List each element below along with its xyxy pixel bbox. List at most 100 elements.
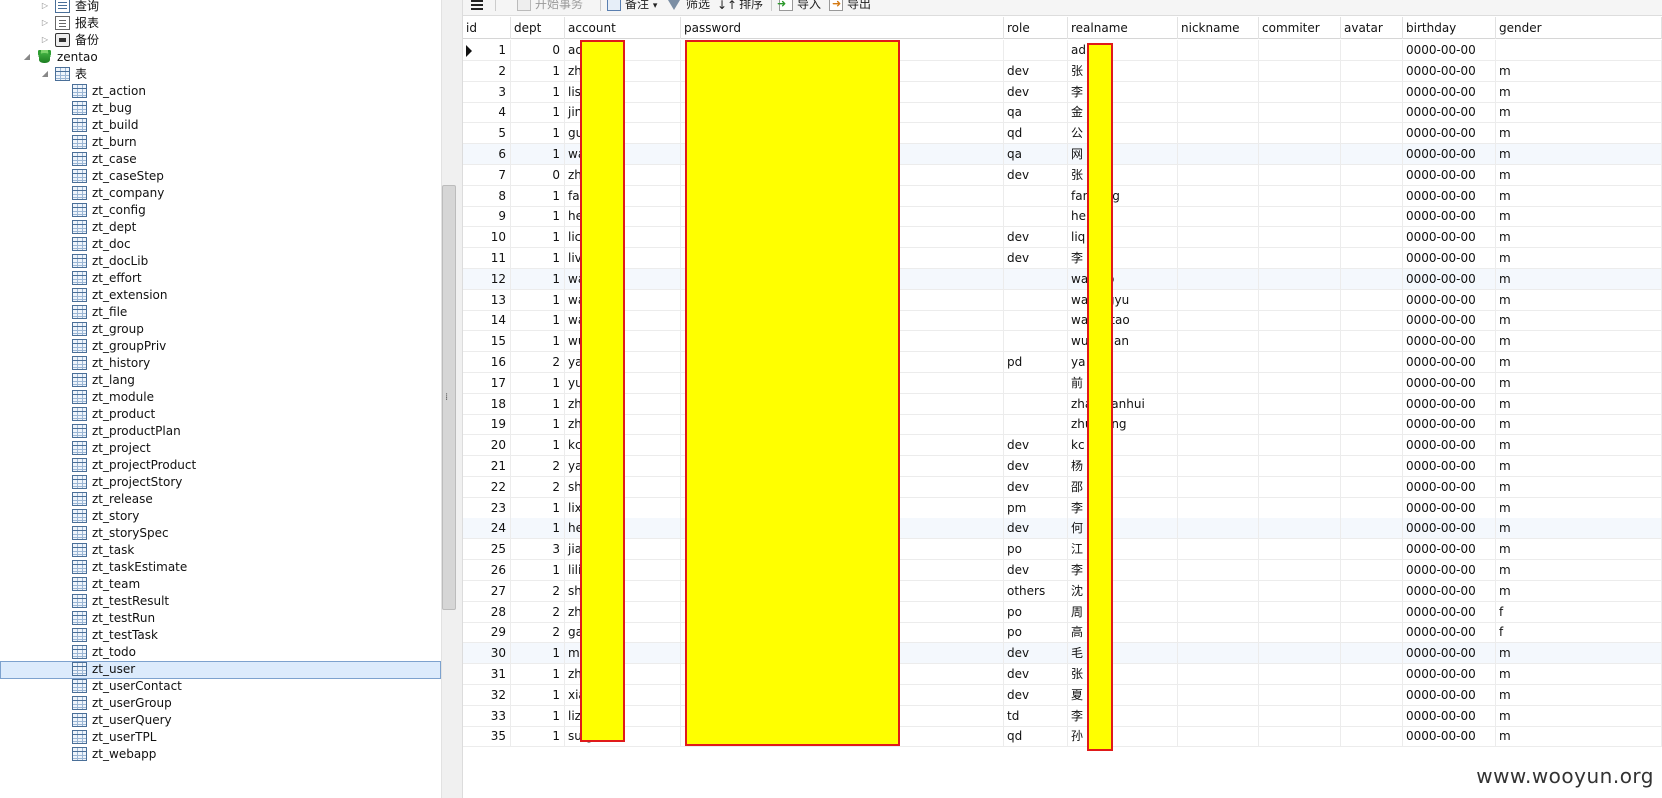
cell-commiter[interactable] (1259, 310, 1341, 332)
cell-realname[interactable]: 杨 (1068, 456, 1178, 477)
cell-commiter[interactable] (1259, 123, 1341, 145)
cell-id[interactable]: 3 (463, 81, 511, 103)
cell-avatar[interactable] (1341, 684, 1403, 706)
cell-commiter[interactable] (1259, 476, 1341, 498)
cell-avatar[interactable] (1341, 102, 1403, 124)
cell-avatar[interactable] (1341, 310, 1403, 332)
cell-birthday[interactable]: 0000-00-00 (1403, 102, 1496, 124)
table-row[interactable]: 32 1 xia dev 夏 0000-00-00 m (463, 684, 1662, 706)
cell-dept[interactable]: 1 (511, 414, 565, 436)
cell-avatar[interactable] (1341, 206, 1403, 228)
cell-realname[interactable]: 毛 (1068, 643, 1178, 665)
cell-id[interactable]: 22 (463, 476, 511, 498)
cell-birthday[interactable]: 0000-00-00 (1403, 164, 1496, 186)
cell-dept[interactable]: 1 (511, 206, 565, 228)
cell-role[interactable]: dev (1004, 560, 1068, 581)
memo-button[interactable]: 备注 ▾ (607, 0, 657, 13)
cell-gender[interactable]: m (1496, 144, 1662, 165)
cell-avatar[interactable] (1341, 456, 1403, 477)
cell-id[interactable]: 11 (463, 248, 511, 269)
cell-avatar[interactable] (1341, 622, 1403, 644)
cell-role[interactable]: dev (1004, 476, 1068, 498)
cell-avatar[interactable] (1341, 81, 1403, 103)
cell-avatar[interactable] (1341, 60, 1403, 82)
cell-realname[interactable]: 江 (1068, 539, 1178, 561)
cell-id[interactable]: 4 (463, 102, 511, 124)
table-row[interactable]: 121wawa nao0000-00-00m (463, 268, 1662, 290)
cell-gender[interactable]: m (1496, 81, 1662, 103)
cell-realname[interactable]: 李 (1068, 248, 1178, 269)
cell-birthday[interactable]: 0000-00-00 (1403, 664, 1496, 685)
cell-role[interactable]: dev (1004, 518, 1068, 540)
cell-nickname[interactable] (1178, 40, 1259, 61)
cell-dept[interactable]: 1 (511, 393, 565, 415)
cell-commiter[interactable] (1259, 414, 1341, 436)
cell-gender[interactable]: m (1496, 268, 1662, 290)
cell-gender[interactable]: m (1496, 518, 1662, 540)
cell-nickname[interactable] (1178, 60, 1259, 82)
cell-realname[interactable]: 高 (1068, 622, 1178, 644)
cell-realname[interactable]: 夏 (1068, 684, 1178, 706)
cell-role[interactable] (1004, 268, 1068, 290)
cell-avatar[interactable] (1341, 123, 1403, 145)
cell-avatar[interactable] (1341, 331, 1403, 353)
cell-birthday[interactable]: 0000-00-00 (1403, 435, 1496, 457)
cell-realname[interactable]: zhu heng (1068, 414, 1178, 436)
cell-role[interactable]: qd (1004, 726, 1068, 748)
cell-birthday[interactable]: 0000-00-00 (1403, 601, 1496, 623)
cell-id[interactable]: 2 (463, 60, 511, 82)
cell-dept[interactable]: 1 (511, 102, 565, 124)
cell-gender[interactable]: m (1496, 372, 1662, 394)
column-header-realname[interactable]: realname (1068, 17, 1178, 39)
cell-realname[interactable]: 李 (1068, 560, 1178, 581)
cell-avatar[interactable] (1341, 227, 1403, 249)
cell-avatar[interactable] (1341, 164, 1403, 186)
cell-avatar[interactable] (1341, 664, 1403, 685)
cell-id[interactable]: 26 (463, 560, 511, 581)
cell-commiter[interactable] (1259, 456, 1341, 477)
cell-nickname[interactable] (1178, 580, 1259, 602)
cell-commiter[interactable] (1259, 164, 1341, 186)
cell-avatar[interactable] (1341, 185, 1403, 207)
cell-avatar[interactable] (1341, 476, 1403, 498)
cell-birthday[interactable]: 0000-00-00 (1403, 248, 1496, 269)
cell-realname[interactable]: 邵 (1068, 476, 1178, 498)
cell-dept[interactable]: 1 (511, 331, 565, 353)
cell-realname[interactable]: wa ongyu (1068, 289, 1178, 311)
cell-dept[interactable]: 1 (511, 310, 565, 332)
table-row[interactable]: 10 1 lic dev liq 0000-00-00 m (463, 227, 1662, 249)
cell-nickname[interactable] (1178, 81, 1259, 103)
cell-birthday[interactable]: 0000-00-00 (1403, 414, 1496, 436)
cell-dept[interactable]: 1 (511, 248, 565, 269)
table-row[interactable]: 28 2 zh po 周 0000-00-00 f (463, 601, 1662, 623)
cell-id[interactable]: 25 (463, 539, 511, 561)
cell-dept[interactable]: 1 (511, 684, 565, 706)
cell-role[interactable] (1004, 372, 1068, 394)
cell-gender[interactable]: m (1496, 643, 1662, 665)
cell-gender[interactable]: m (1496, 123, 1662, 145)
table-row[interactable]: 151wu uanwu chuan0000-00-00m (463, 331, 1662, 353)
cell-id[interactable]: 14 (463, 310, 511, 332)
cell-realname[interactable]: 张 (1068, 60, 1178, 82)
cell-role[interactable]: qd (1004, 123, 1068, 145)
cell-avatar[interactable] (1341, 144, 1403, 165)
cell-realname[interactable]: 前 (1068, 372, 1178, 394)
cell-role[interactable] (1004, 185, 1068, 207)
cell-dept[interactable]: 1 (511, 289, 565, 311)
cell-id[interactable]: 1 (463, 40, 511, 61)
cell-id[interactable]: 17 (463, 372, 511, 394)
cell-avatar[interactable] (1341, 705, 1403, 727)
table-row[interactable]: 11 1 liv dev 李 0000-00-00 m (463, 248, 1662, 269)
cell-realname[interactable]: fan iong (1068, 185, 1178, 207)
cell-dept[interactable]: 1 (511, 372, 565, 394)
cell-avatar[interactable] (1341, 435, 1403, 457)
cell-commiter[interactable] (1259, 144, 1341, 165)
cell-role[interactable] (1004, 40, 1068, 61)
cell-realname[interactable]: 周 (1068, 601, 1178, 623)
cell-commiter[interactable] (1259, 684, 1341, 706)
cell-gender[interactable]: m (1496, 580, 1662, 602)
cell-avatar[interactable] (1341, 580, 1403, 602)
cell-gender[interactable]: m (1496, 414, 1662, 436)
table-row[interactable]: 5 1 gu qd 公 号 0000-00-00 m (463, 123, 1662, 145)
cell-commiter[interactable] (1259, 664, 1341, 685)
